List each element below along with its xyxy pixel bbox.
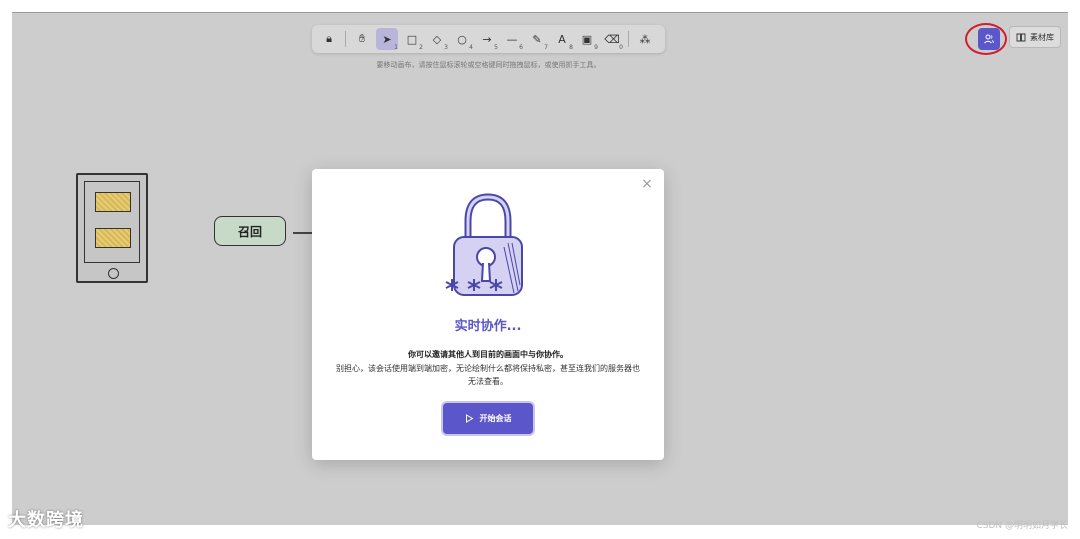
dialog-title: 实时协作...: [454, 319, 522, 334]
library-button[interactable]: 素材库: [1009, 26, 1061, 48]
book-icon: [1016, 33, 1026, 41]
tool-shortcut: 1: [394, 44, 398, 51]
shapes-icon: ⁂: [639, 32, 651, 46]
start-session-label: 开始会话: [479, 414, 512, 423]
text-icon: A: [558, 32, 566, 46]
users-icon: [984, 34, 994, 44]
tool-diamond[interactable]: ◇ 3: [426, 28, 448, 52]
tool-hand[interactable]: ✋︎: [351, 28, 373, 50]
phone-screen: [84, 181, 140, 263]
tool-shortcut: 9: [594, 44, 598, 51]
line-icon: —: [506, 32, 518, 46]
ellipse-icon: ○: [457, 32, 467, 46]
tool-shortcut: 3: [444, 44, 448, 51]
tool-text[interactable]: A8: [551, 28, 573, 52]
dialog-description-bold: 你可以邀请其他人到目前的画面中与你协作。: [408, 350, 568, 359]
start-session-button[interactable]: 开始会话: [443, 403, 533, 434]
watermark-right: CSDN @明明如月学长: [976, 521, 1068, 531]
rectangle-icon: □: [406, 32, 418, 46]
tool-line[interactable]: —6: [501, 28, 524, 52]
select-icon: ➤: [382, 32, 392, 46]
tool-shortcut: 8: [569, 44, 573, 51]
arrow-icon: →: [482, 32, 492, 46]
tool-shortcut: 0: [619, 44, 623, 51]
tool-lock[interactable]: 🔒︎: [318, 28, 340, 50]
draw-icon: ✎: [532, 32, 542, 46]
tool-shapes[interactable]: ⁂: [634, 28, 656, 50]
toolbar-separator: [345, 31, 346, 47]
image-icon: ▣: [581, 32, 593, 46]
recall-node[interactable]: 召回: [214, 216, 286, 246]
hand-icon: ✋︎: [358, 32, 366, 45]
tool-image[interactable]: ▣ 9: [576, 28, 598, 52]
tool-draw[interactable]: ✎ 7: [526, 28, 548, 52]
lock-illustration: [445, 193, 523, 296]
play-icon: [465, 414, 473, 423]
watermark-left: 大数跨境: [8, 510, 84, 531]
dialog-description: 别担心，该会话使用端到端加密，无论绘制什么都将保持私密，甚至连我们的服务器也无法…: [336, 364, 640, 386]
tool-ellipse[interactable]: ○ 4: [451, 28, 473, 52]
close-icon[interactable]: ×: [640, 177, 654, 191]
phone-sketch[interactable]: [76, 173, 148, 283]
toolbar: 🔒︎ ✋︎ ➤ 1 □ 2 ◇ 3 ○ 4 → 5—6 ✎ 7 A 8 ▣ 9 ⌫ 0 ⁂: [312, 25, 665, 53]
tool-shortcut: 4: [469, 44, 473, 51]
tool-shortcut: 2: [419, 44, 423, 51]
phone-card-bottom: [95, 228, 131, 248]
tool-shortcut: 6: [519, 44, 523, 51]
library-label: 素材库: [1030, 32, 1054, 42]
tool-eraser[interactable]: ⌫ 0: [601, 28, 623, 52]
phone-home-button: [108, 268, 119, 279]
lock-icon: 🔒︎: [326, 32, 332, 45]
toolbar-separator: [628, 31, 629, 47]
tool-shortcut: 7: [544, 44, 548, 51]
diamond-icon: ◇: [432, 32, 442, 46]
canvas-hint: 要移动画布，请按住鼠标滚轮或空格键同时拖拽鼠标，或使用抓手工具。: [376, 61, 601, 69]
eraser-icon: ⌫: [604, 32, 620, 46]
tool-rectangle[interactable]: □ 2: [401, 28, 423, 52]
phone-card-top: [95, 192, 131, 212]
tool-select[interactable]: ➤ 1: [376, 28, 398, 51]
tool-shortcut: 5: [494, 44, 498, 51]
tool-arrow[interactable]: → 5: [476, 28, 498, 52]
live-collaboration-button[interactable]: [978, 28, 1000, 50]
collaboration-dialog: × 实时协作... 你可以邀请其他人到目前的画面中与你协作。 别担心，该会话使用…: [312, 169, 664, 460]
